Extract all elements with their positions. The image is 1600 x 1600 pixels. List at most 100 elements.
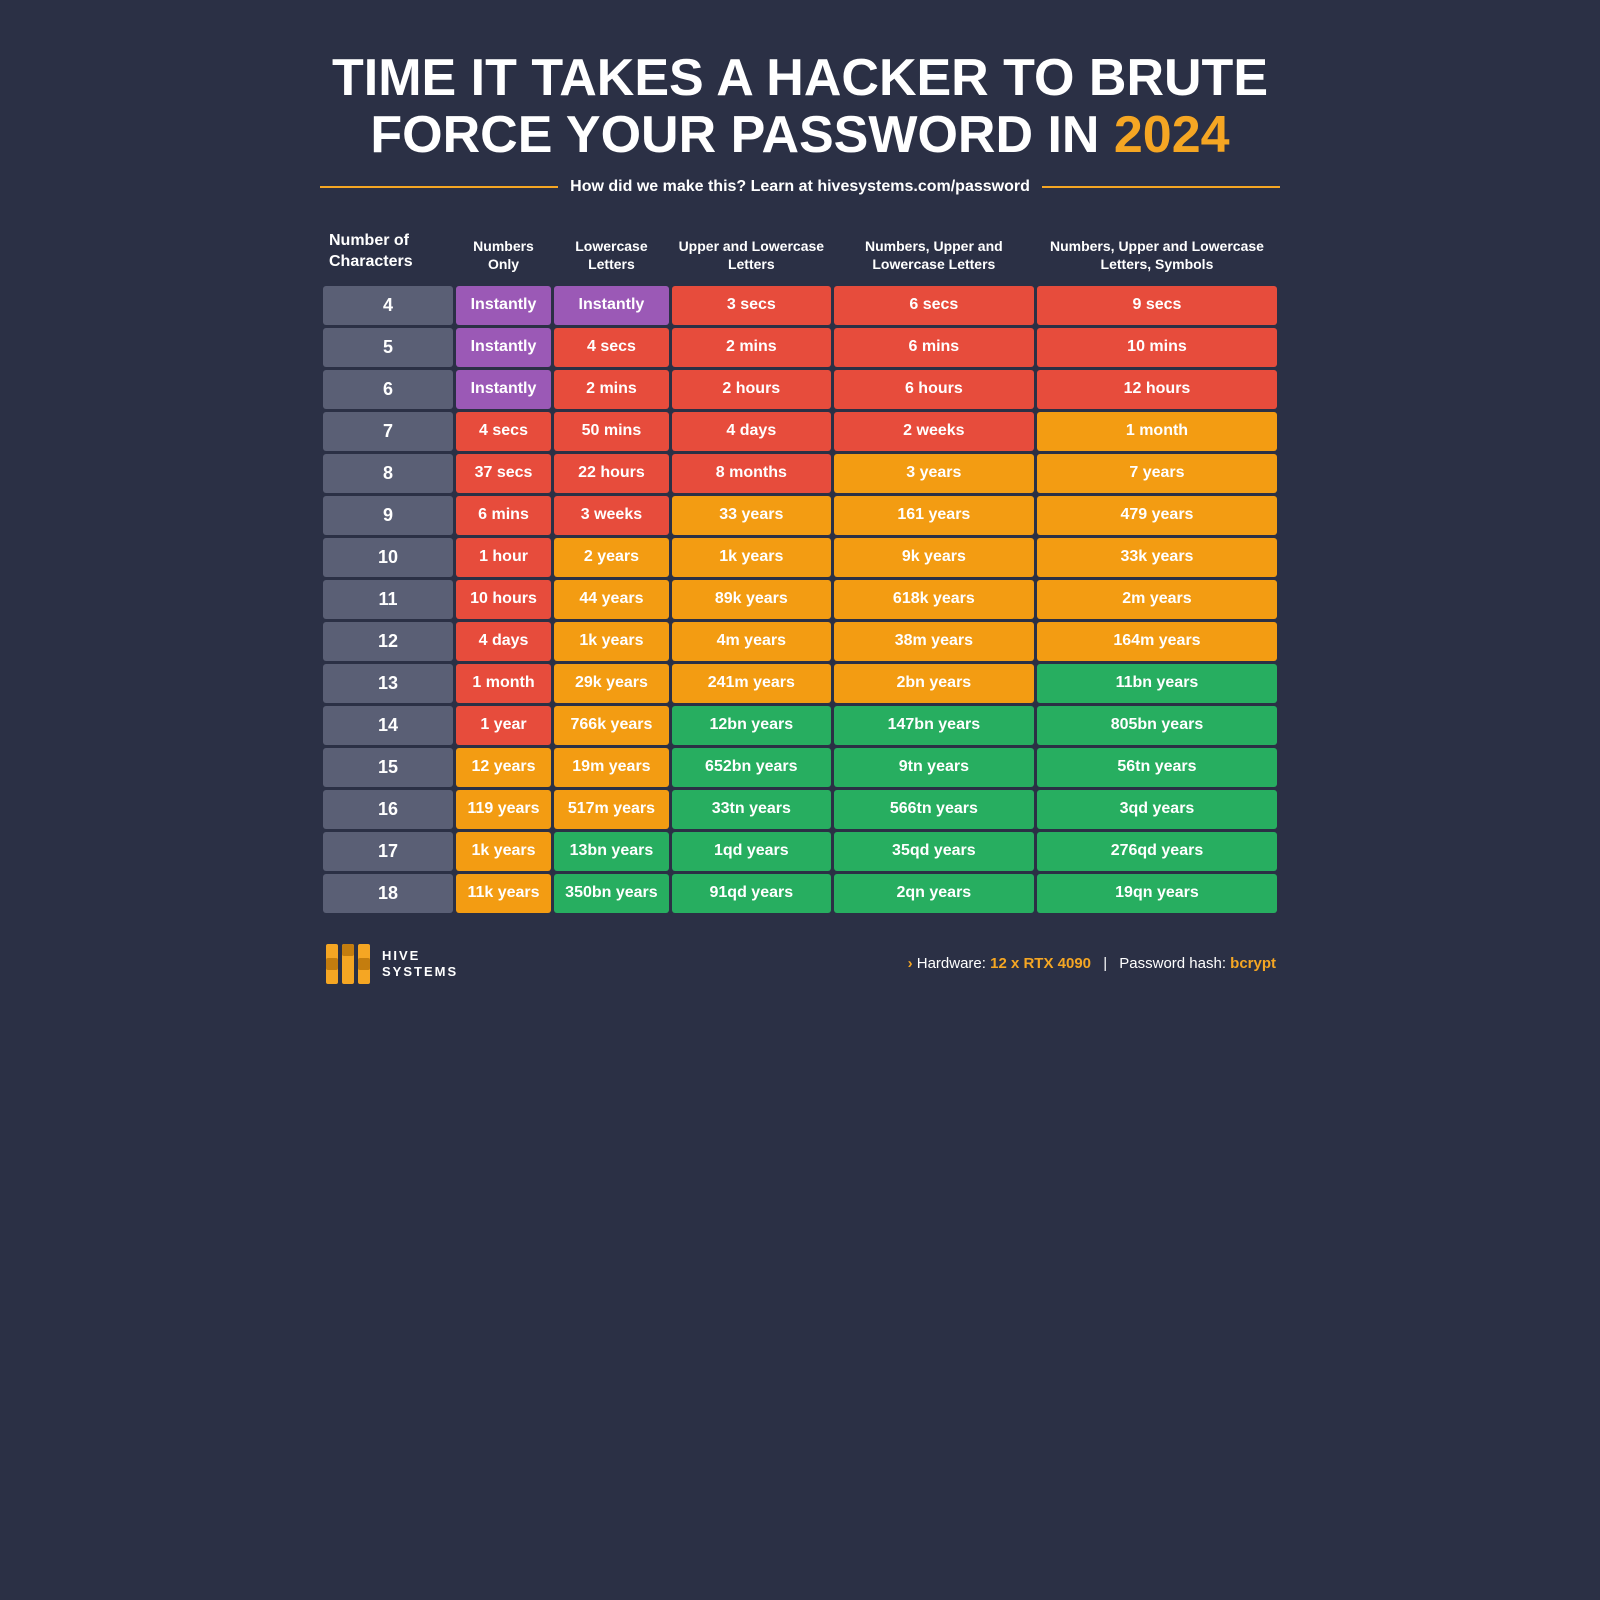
time-value: Instantly	[456, 286, 551, 325]
col-header-num-upper-lower: Numbers, Upper and Lowercase Letters	[834, 221, 1034, 283]
time-value: 1k years	[672, 538, 831, 577]
char-count: 13	[323, 664, 453, 703]
time-value: 2m years	[1037, 580, 1277, 619]
time-value: 19m years	[554, 748, 669, 787]
time-value: 1 month	[456, 664, 551, 703]
time-value: 2 mins	[554, 370, 669, 409]
time-value: 1 hour	[456, 538, 551, 577]
hardware-value: 12 x RTX 4090	[990, 955, 1091, 972]
time-value: 2 mins	[672, 328, 831, 367]
char-count: 9	[323, 496, 453, 535]
time-value: 1k years	[456, 832, 551, 871]
char-count: 18	[323, 874, 453, 913]
time-value: 33k years	[1037, 538, 1277, 577]
page-wrapper: TIME IT TAKES A HACKER TO BRUTE FORCE YO…	[300, 30, 1300, 1018]
time-value: 6 secs	[834, 286, 1034, 325]
time-value: 4 days	[672, 412, 831, 451]
char-count: 14	[323, 706, 453, 745]
footer-info: › Hardware: 12 x RTX 4090 | Password has…	[908, 955, 1276, 972]
time-value: 12 hours	[1037, 370, 1277, 409]
hive-logo-icon	[324, 940, 372, 988]
time-value: 12 years	[456, 748, 551, 787]
char-count: 12	[323, 622, 453, 661]
char-count: 7	[323, 412, 453, 451]
time-value: 2 weeks	[834, 412, 1034, 451]
footer: HIVE SYSTEMS › Hardware: 12 x RTX 4090 |…	[320, 940, 1280, 988]
time-value: 2 hours	[672, 370, 831, 409]
time-value: Instantly	[554, 286, 669, 325]
time-value: 2bn years	[834, 664, 1034, 703]
time-value: 44 years	[554, 580, 669, 619]
col-header-chars: Number of Characters	[323, 221, 453, 283]
time-value: 9k years	[834, 538, 1034, 577]
time-value: 6 mins	[834, 328, 1034, 367]
time-value: 1k years	[554, 622, 669, 661]
time-value: 9tn years	[834, 748, 1034, 787]
time-value: 119 years	[456, 790, 551, 829]
time-value: 6 mins	[456, 496, 551, 535]
time-value: 241m years	[672, 664, 831, 703]
time-value: 2 years	[554, 538, 669, 577]
char-count: 10	[323, 538, 453, 577]
subtitle-line-right	[1042, 186, 1280, 188]
time-value: 161 years	[834, 496, 1034, 535]
logo-text: HIVE SYSTEMS	[382, 948, 458, 979]
subtitle-bar: How did we make this? Learn at hivesyste…	[320, 178, 1280, 196]
time-value: 3 years	[834, 454, 1034, 493]
time-value: 1 year	[456, 706, 551, 745]
time-value: 10 hours	[456, 580, 551, 619]
main-title: TIME IT TAKES A HACKER TO BRUTE FORCE YO…	[320, 50, 1280, 164]
char-count: 16	[323, 790, 453, 829]
time-value: 22 hours	[554, 454, 669, 493]
time-value: 1 month	[1037, 412, 1277, 451]
time-value: 7 years	[1037, 454, 1277, 493]
time-value: 6 hours	[834, 370, 1034, 409]
footer-arrow: ›	[908, 955, 913, 972]
time-value: 89k years	[672, 580, 831, 619]
time-value: 566tn years	[834, 790, 1034, 829]
col-header-upper-lower: Upper and Lowercase Letters	[672, 221, 831, 283]
time-value: 276qd years	[1037, 832, 1277, 871]
time-value: 3 secs	[672, 286, 831, 325]
time-value: 4 days	[456, 622, 551, 661]
hash-value: bcrypt	[1230, 955, 1276, 972]
char-count: 11	[323, 580, 453, 619]
time-value: 37 secs	[456, 454, 551, 493]
password-table: Number of Characters Numbers Only Lowerc…	[320, 218, 1280, 916]
col-header-numbers: Numbers Only	[456, 221, 551, 283]
time-value: 1qd years	[672, 832, 831, 871]
time-value: 35qd years	[834, 832, 1034, 871]
time-value: 11k years	[456, 874, 551, 913]
time-value: 766k years	[554, 706, 669, 745]
time-value: 12bn years	[672, 706, 831, 745]
time-value: 4 secs	[456, 412, 551, 451]
time-value: 4 secs	[554, 328, 669, 367]
time-value: 50 mins	[554, 412, 669, 451]
subtitle-line-left	[320, 186, 558, 188]
subtitle-text: How did we make this? Learn at hivesyste…	[570, 178, 1030, 196]
time-value: 91qd years	[672, 874, 831, 913]
time-value: 11bn years	[1037, 664, 1277, 703]
time-value: 147bn years	[834, 706, 1034, 745]
time-value: 3qd years	[1037, 790, 1277, 829]
time-value: 164m years	[1037, 622, 1277, 661]
col-header-lower: Lowercase Letters	[554, 221, 669, 283]
time-value: 805bn years	[1037, 706, 1277, 745]
char-count: 5	[323, 328, 453, 367]
logo-area: HIVE SYSTEMS	[324, 940, 458, 988]
time-value: 3 weeks	[554, 496, 669, 535]
char-count: 4	[323, 286, 453, 325]
time-value: 33tn years	[672, 790, 831, 829]
time-value: 33 years	[672, 496, 831, 535]
time-value: 517m years	[554, 790, 669, 829]
time-value: 350bn years	[554, 874, 669, 913]
time-value: 4m years	[672, 622, 831, 661]
time-value: Instantly	[456, 370, 551, 409]
time-value: 19qn years	[1037, 874, 1277, 913]
char-count: 8	[323, 454, 453, 493]
time-value: 38m years	[834, 622, 1034, 661]
char-count: 15	[323, 748, 453, 787]
time-value: 10 mins	[1037, 328, 1277, 367]
time-value: 29k years	[554, 664, 669, 703]
time-value: 56tn years	[1037, 748, 1277, 787]
